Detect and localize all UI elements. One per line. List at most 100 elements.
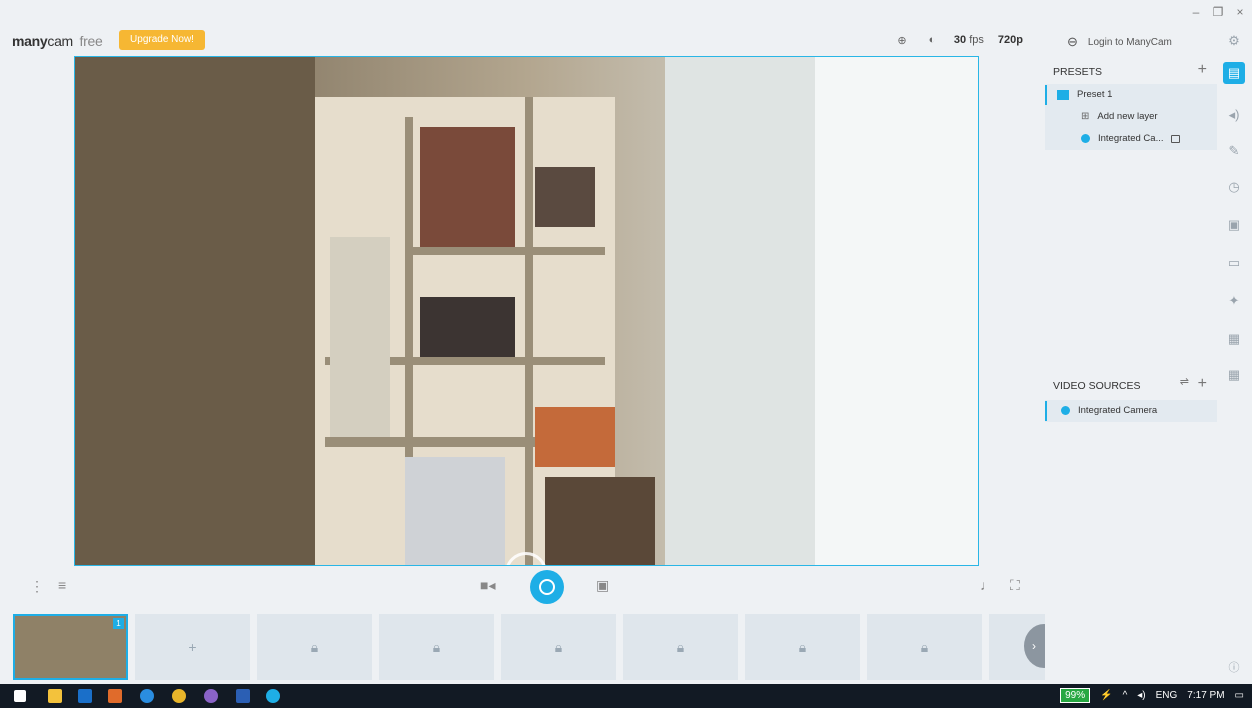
user-icon: ⊖	[1067, 34, 1078, 49]
preset-number-badge: 1	[113, 618, 124, 629]
watermark-logo-icon	[505, 552, 547, 565]
app-header: manycam free Upgrade Now! ⊕ ◐ 30 fps 720…	[0, 26, 1045, 56]
preset-label: Preset 1	[1077, 89, 1113, 100]
clock-time[interactable]: 7:17 PM	[1187, 690, 1224, 701]
add-layer-label: Add new layer	[1097, 111, 1158, 122]
info-icon[interactable]: ⓘ	[1223, 656, 1245, 678]
restore-icon[interactable]: ❐	[1212, 5, 1224, 19]
locked-preset-tile[interactable]: 🔒︎	[867, 614, 982, 680]
manycam-window: – ❐ × manycam free Upgrade Now! ⊕ ◐ 30 f…	[0, 0, 1252, 708]
effects-wand-icon[interactable]: ✦	[1223, 290, 1245, 312]
watermark: manycam	[505, 552, 702, 566]
camera-frame-image	[75, 57, 978, 565]
manycam-taskbar-icon[interactable]	[266, 689, 280, 703]
tool-sidebar: ⚙ ▤ ◂) ✎ ◷ ▣ ▭ ✦ ▦ ▦ ⓘ	[1217, 26, 1252, 684]
viber-icon[interactable]	[204, 689, 218, 703]
chevron-up-icon[interactable]: ^	[1123, 690, 1128, 701]
video-source-label: Integrated Camera	[1078, 405, 1158, 416]
settings-gear-icon[interactable]: ⚙	[1223, 30, 1245, 52]
snapshot-icon[interactable]: ▣	[596, 577, 609, 594]
resolution-readout[interactable]: 720p	[998, 34, 1023, 46]
add-new-layer-button[interactable]: ⊞ Add new layer	[1081, 111, 1158, 122]
presets-panel-icon[interactable]: ▤	[1223, 62, 1245, 84]
location-pin-icon	[1081, 134, 1090, 143]
locked-preset-tile[interactable]: 🔒︎	[623, 614, 738, 680]
add-icon: +	[188, 639, 197, 655]
system-tray: 99% ⚡ ^ ◂) ENG 7:17 PM ▭	[1060, 688, 1244, 703]
more-options-icon[interactable]: ⋮	[30, 578, 44, 595]
microphone-icon[interactable]: ♩	[980, 577, 994, 593]
lower-thirds-icon[interactable]: ▭	[1223, 252, 1245, 274]
clock-icon[interactable]: ◷	[1223, 176, 1245, 198]
word-icon[interactable]	[236, 689, 250, 703]
selection-indicator	[1045, 85, 1047, 105]
lock-icon: 🔒︎	[554, 638, 563, 655]
windows-taskbar: 99% ⚡ ^ ◂) ENG 7:17 PM ▭	[0, 684, 1252, 708]
windows-start-icon[interactable]	[14, 690, 26, 702]
layer-label: Integrated Ca...	[1098, 133, 1164, 144]
volume-icon[interactable]: ◂)	[1137, 690, 1145, 701]
broadcast-icon	[539, 579, 555, 595]
source-settings-icon[interactable]: ⇌	[1180, 375, 1189, 388]
add-video-source-icon[interactable]: +	[1198, 375, 1207, 393]
minimize-icon[interactable]: –	[1190, 5, 1202, 19]
grid-layout-icon[interactable]: ▦	[1223, 364, 1245, 386]
zoom-icon[interactable]: ⊕	[894, 32, 910, 48]
notifications-icon[interactable]: ▭	[1235, 690, 1244, 701]
video-preview[interactable]: manycam	[74, 56, 979, 566]
window-title-bar: – ❐ ×	[0, 0, 1252, 26]
language-indicator[interactable]: ENG	[1156, 690, 1178, 701]
preset-item-1[interactable]: Preset 1	[1057, 89, 1112, 100]
login-label: Login to ManyCam	[1087, 36, 1172, 48]
right-panel: ⊖ Login to ManyCam PRESETS + Preset 1 ⊞ …	[1045, 26, 1217, 684]
broadcast-button[interactable]	[530, 570, 564, 604]
locked-preset-tile[interactable]: 🔒︎	[257, 614, 372, 680]
lock-icon: 🔒︎	[676, 638, 685, 655]
draw-icon[interactable]: ✎	[1223, 140, 1245, 162]
source-selection-indicator	[1045, 401, 1047, 421]
outlook-icon[interactable]	[78, 689, 92, 703]
video-sources-heading: VIDEO SOURCES	[1053, 380, 1141, 392]
preset-tile-1[interactable]: 1	[13, 614, 128, 680]
logo-edition: free	[79, 33, 103, 49]
logo: manycam free	[12, 33, 103, 49]
file-explorer-icon[interactable]	[48, 689, 62, 703]
images-icon[interactable]: ▦	[1223, 328, 1245, 350]
login-button[interactable]: ⊖ Login to ManyCam	[1067, 34, 1172, 50]
video-source-item[interactable]: Integrated Camera	[1061, 405, 1157, 416]
chevron-right-icon: ›	[1032, 639, 1036, 653]
picture-in-picture-icon[interactable]: ▣	[1223, 214, 1245, 236]
add-preset-icon[interactable]: +	[1198, 61, 1207, 79]
locked-preset-tile[interactable]: 🔒︎	[379, 614, 494, 680]
fps-value: 30	[953, 34, 967, 46]
brightness-icon[interactable]: ◐	[924, 32, 940, 48]
chrome-browser-icon[interactable]	[172, 689, 186, 703]
locked-preset-tile[interactable]: 🔒︎	[745, 614, 860, 680]
lock-icon: 🔒︎	[310, 638, 319, 655]
audio-icon[interactable]: ◂)	[1223, 104, 1245, 126]
fullscreen-icon[interactable]: ⛶	[1010, 577, 1020, 594]
add-layer-icon: ⊞	[1081, 111, 1090, 122]
lock-icon: 🔒︎	[432, 638, 441, 655]
fps-readout[interactable]: 30 fps	[954, 34, 984, 46]
edge-browser-icon[interactable]	[140, 689, 154, 703]
location-pin-icon	[1061, 406, 1070, 415]
locked-preset-tile[interactable]: 🔒︎	[501, 614, 616, 680]
layer-item-camera[interactable]: Integrated Ca...	[1081, 133, 1181, 144]
battery-indicator[interactable]: 99%	[1060, 688, 1091, 703]
add-preset-tile[interactable]: +	[135, 614, 250, 680]
media-player-icon[interactable]	[108, 689, 122, 703]
record-video-icon[interactable]: ■◂	[480, 577, 495, 594]
logo-brand-thin: cam	[47, 33, 73, 49]
watermark-text: manycam	[555, 554, 702, 566]
preset-icon	[1057, 89, 1069, 100]
close-icon[interactable]: ×	[1234, 5, 1246, 19]
power-plug-icon[interactable]: ⚡	[1100, 690, 1112, 701]
lock-icon: 🔒︎	[798, 638, 807, 655]
lock-icon: 🔒︎	[920, 638, 929, 655]
playlist-icon[interactable]: ≡	[58, 577, 66, 593]
upgrade-button[interactable]: Upgrade Now!	[119, 30, 205, 50]
logo-brand-bold: many	[12, 33, 48, 49]
fps-unit: fps	[969, 34, 984, 46]
lock-icon[interactable]	[1171, 134, 1181, 143]
